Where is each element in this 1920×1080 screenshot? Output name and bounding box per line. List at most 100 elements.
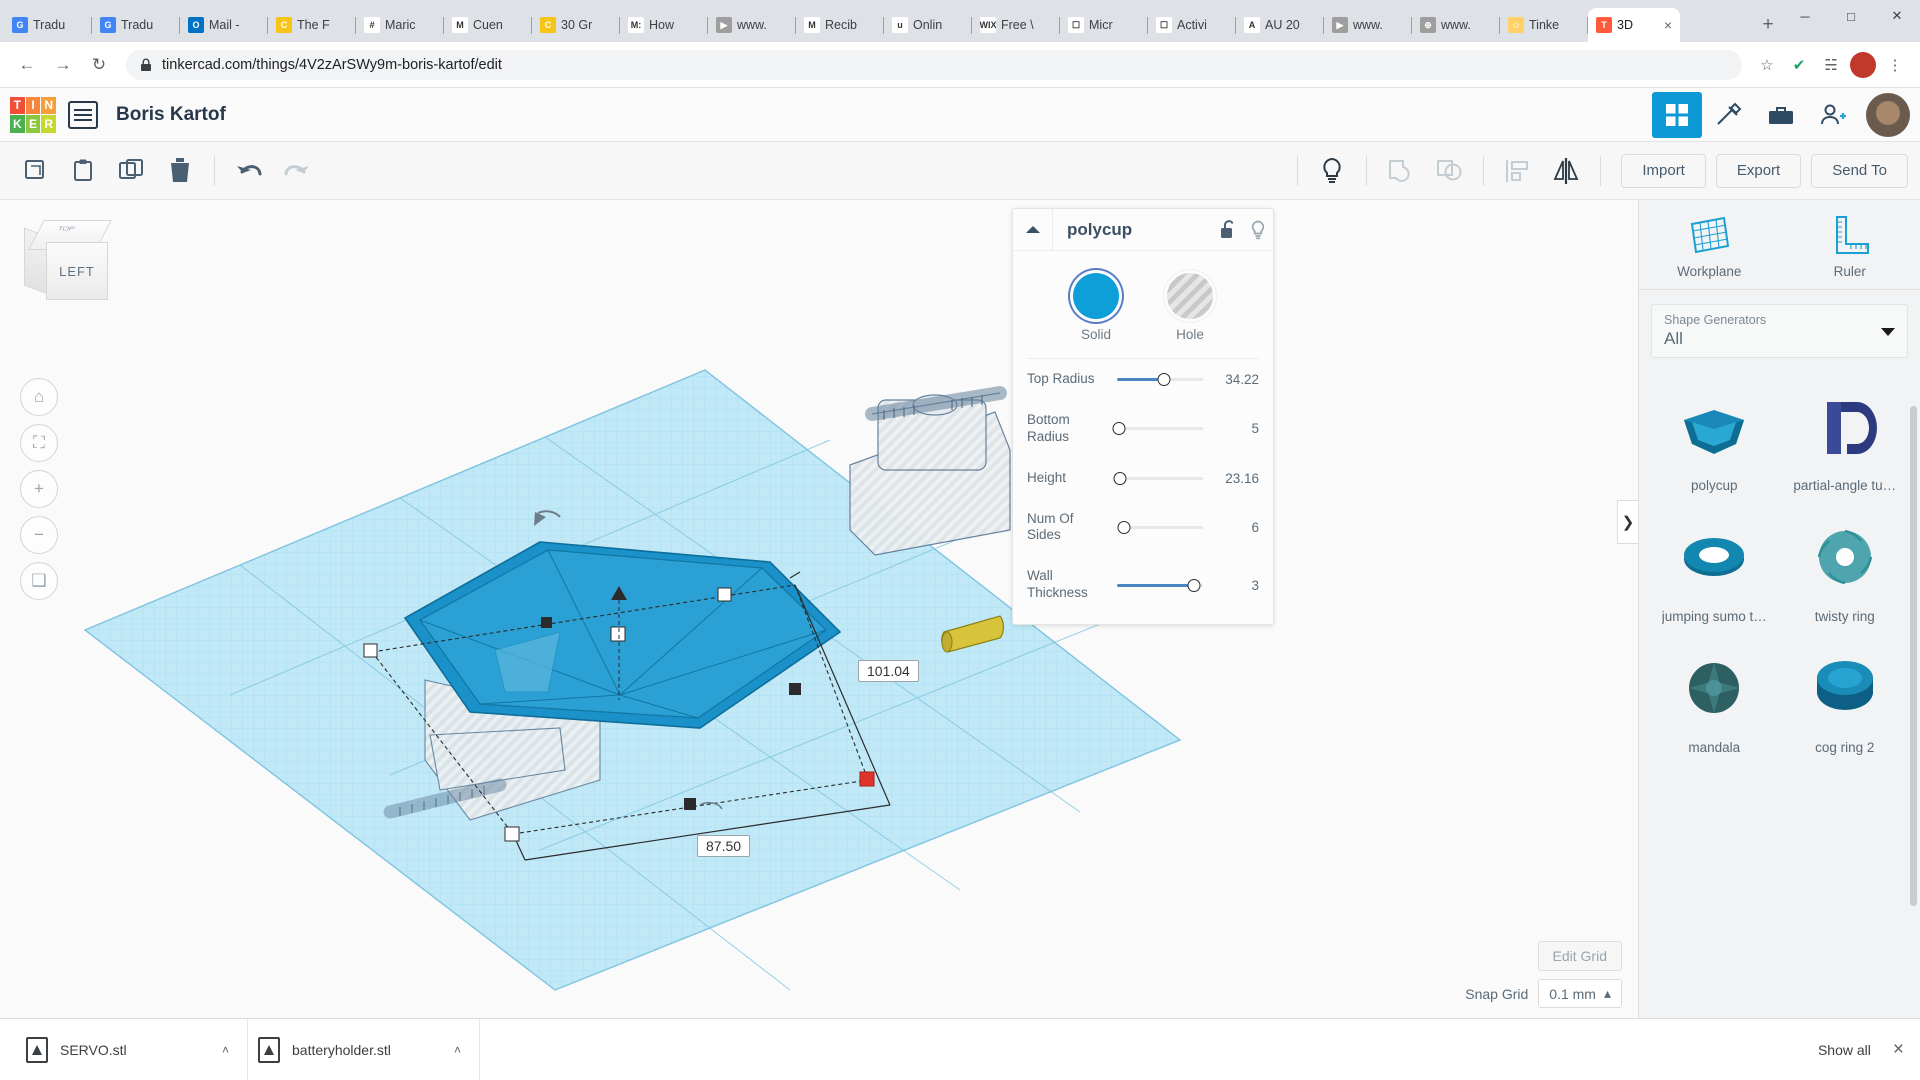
forward-button[interactable]: → <box>46 48 80 82</box>
shape-item[interactable]: jumping sumo t… <box>1649 503 1780 634</box>
browser-tab[interactable]: MRecib <box>796 8 884 42</box>
import-button[interactable]: Import <box>1621 154 1706 188</box>
browser-tab[interactable]: uOnlin <box>884 8 972 42</box>
parameter-value[interactable]: 34.22 <box>1215 372 1259 387</box>
browser-tab[interactable]: ☺Tinke <box>1500 8 1588 42</box>
download-menu-icon[interactable]: ˄ <box>454 1043 461 1057</box>
home-view-button[interactable]: ⌂ <box>20 378 58 416</box>
invite-button[interactable] <box>1808 92 1858 138</box>
view-cube-front-face[interactable]: LEFT <box>46 242 108 300</box>
slider-handle[interactable] <box>1112 422 1125 435</box>
browser-tab[interactable]: ☐Micr <box>1060 8 1148 42</box>
url-input[interactable]: tinkercad.com/things/4V2zArSWy9m-boris-k… <box>126 50 1742 80</box>
browser-tab[interactable]: ▶www. <box>708 8 796 42</box>
parameter-slider[interactable] <box>1117 526 1203 529</box>
browser-tab[interactable]: AAU 20 <box>1236 8 1324 42</box>
lock-shape-button[interactable] <box>1213 209 1243 251</box>
browser-tab[interactable]: CThe F <box>268 8 356 42</box>
hole-option[interactable]: Hole <box>1167 273 1213 342</box>
slider-handle[interactable] <box>1117 521 1130 534</box>
browser-tab[interactable]: WIXFree \ <box>972 8 1060 42</box>
solid-swatch[interactable] <box>1073 273 1119 319</box>
light-button[interactable] <box>1308 148 1356 194</box>
parameter-value[interactable]: 5 <box>1215 421 1259 436</box>
browser-tab[interactable]: #Maric <box>356 8 444 42</box>
edit-grid-button[interactable]: Edit Grid <box>1538 941 1622 971</box>
puzzle-extension-icon[interactable]: ☵ <box>1816 50 1846 80</box>
fit-view-button[interactable]: ⛶ <box>20 424 58 462</box>
new-tab-button[interactable]: + <box>1754 11 1782 39</box>
browser-tab[interactable]: OMail - <box>180 8 268 42</box>
browser-tab[interactable]: C30 Gr <box>532 8 620 42</box>
minimize-button[interactable]: ─ <box>1782 0 1828 32</box>
slider-handle[interactable] <box>1114 472 1127 485</box>
parameter-slider[interactable] <box>1117 378 1203 381</box>
redo-button[interactable] <box>273 148 321 194</box>
shape-item[interactable]: cog ring 2 <box>1780 634 1911 765</box>
close-downloads-bar-button[interactable]: × <box>1893 1039 1904 1061</box>
shape-item[interactable]: polycup <box>1649 372 1780 503</box>
project-menu-icon[interactable] <box>68 101 98 129</box>
send-to-button[interactable]: Send To <box>1811 154 1908 188</box>
collapse-panel-button[interactable] <box>1013 209 1053 251</box>
blocks-view-button[interactable] <box>1652 92 1702 138</box>
shape-item[interactable]: twisty ring <box>1780 503 1911 634</box>
user-avatar[interactable] <box>1866 93 1910 137</box>
zoom-in-button[interactable]: + <box>20 470 58 508</box>
codeblocks-button[interactable] <box>1704 92 1754 138</box>
parameter-slider[interactable] <box>1117 427 1203 430</box>
align-button[interactable] <box>1494 148 1542 194</box>
hole-swatch[interactable] <box>1167 273 1213 319</box>
download-item[interactable]: SERVO.stl˄ <box>16 1019 248 1080</box>
browser-tab[interactable]: T3D× <box>1588 8 1680 42</box>
undo-button[interactable] <box>225 148 273 194</box>
shape-generators-select[interactable]: Shape Generators All <box>1651 304 1908 358</box>
3d-canvas[interactable]: TOP LEFT ⌂⛶+−❑ 101.04 87.50 Edit Grid Sn… <box>0 200 1638 1018</box>
browser-tab[interactable]: ⊕www. <box>1412 8 1500 42</box>
copy-button[interactable] <box>12 148 60 194</box>
parameter-value[interactable]: 3 <box>1215 578 1259 593</box>
browser-tab[interactable]: MCuen <box>444 8 532 42</box>
shape-item[interactable]: mandala <box>1649 634 1780 765</box>
orthographic-toggle-button[interactable]: ❑ <box>20 562 58 600</box>
gallery-button[interactable] <box>1756 92 1806 138</box>
dimension-label-width[interactable]: 87.50 <box>697 835 750 857</box>
solid-option[interactable]: Solid <box>1073 273 1119 342</box>
tinkercad-logo[interactable]: TINKER <box>10 97 56 133</box>
duplicate-button[interactable] <box>108 148 156 194</box>
parameter-value[interactable]: 6 <box>1215 520 1259 535</box>
parameter-slider[interactable] <box>1117 477 1203 480</box>
paste-button[interactable] <box>60 148 108 194</box>
profile-avatar[interactable] <box>1848 50 1878 80</box>
zoom-out-button[interactable]: − <box>20 516 58 554</box>
download-menu-icon[interactable]: ˄ <box>222 1043 229 1057</box>
ungroup-button[interactable] <box>1425 148 1473 194</box>
delete-button[interactable] <box>156 148 204 194</box>
export-button[interactable]: Export <box>1716 154 1801 188</box>
group-button[interactable] <box>1377 148 1425 194</box>
mirror-button[interactable] <box>1542 148 1590 194</box>
download-item[interactable]: batteryholder.stl˄ <box>248 1019 480 1080</box>
browser-tab[interactable]: GTradu <box>4 8 92 42</box>
bookmark-star-icon[interactable]: ☆ <box>1752 50 1782 80</box>
close-tab-icon[interactable]: × <box>1664 17 1672 33</box>
view-cube[interactable]: TOP LEFT <box>22 220 117 308</box>
parameter-slider[interactable] <box>1117 584 1203 587</box>
expand-sidebar-button[interactable]: ❯ <box>1617 500 1638 544</box>
ruler-tool[interactable]: Ruler <box>1780 214 1920 279</box>
sidebar-scrollbar[interactable] <box>1910 406 1917 906</box>
ghost-servo-shape[interactable] <box>850 393 1010 555</box>
browser-tab[interactable]: ▶www. <box>1324 8 1412 42</box>
dimension-label-depth[interactable]: 101.04 <box>858 660 919 682</box>
snap-grid-select[interactable]: 0.1 mm ▴ <box>1538 979 1622 1008</box>
slider-handle[interactable] <box>1158 373 1171 386</box>
browser-menu-icon[interactable]: ⋮ <box>1880 50 1910 80</box>
close-window-button[interactable]: ✕ <box>1874 0 1920 32</box>
slider-handle[interactable] <box>1188 579 1201 592</box>
shape-item[interactable]: partial-angle tu… <box>1780 372 1911 503</box>
browser-tab[interactable]: GTradu <box>92 8 180 42</box>
back-button[interactable]: ← <box>10 48 44 82</box>
show-all-downloads-link[interactable]: Show all <box>1818 1042 1871 1058</box>
toggle-visibility-button[interactable] <box>1243 209 1273 251</box>
browser-tab[interactable]: M:How <box>620 8 708 42</box>
